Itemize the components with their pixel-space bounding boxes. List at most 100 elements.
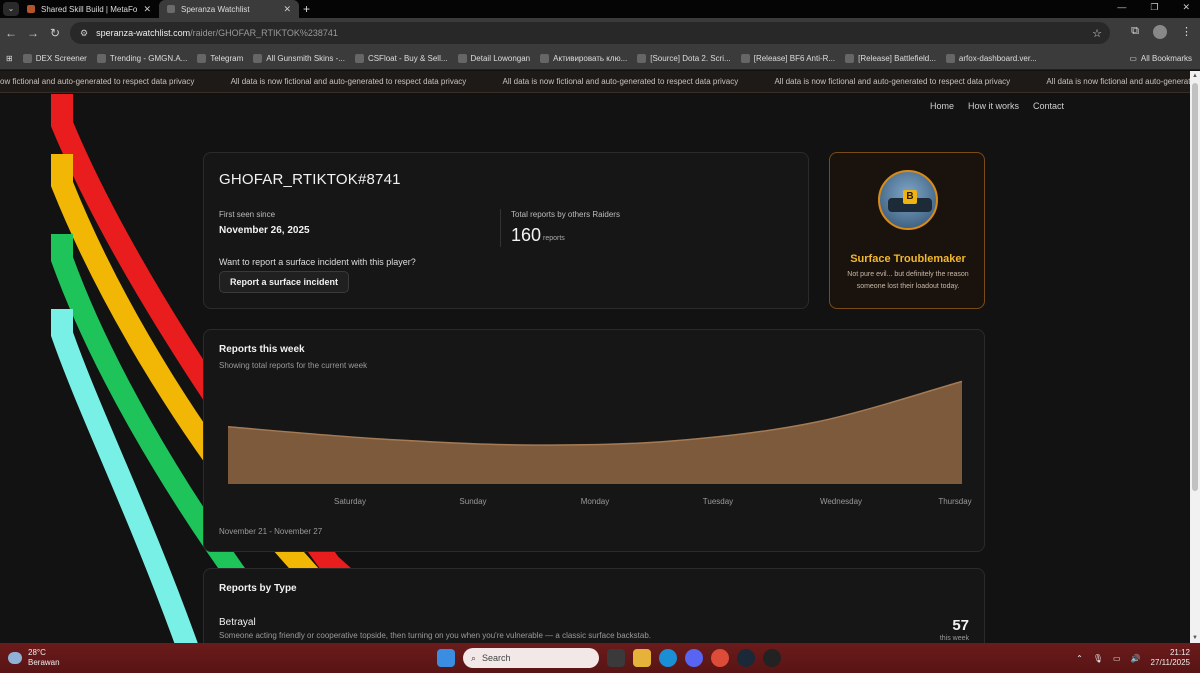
chart-area: [228, 381, 962, 484]
x-tick-label: Sunday: [459, 497, 486, 506]
windows-taskbar: 28°C Berawan ⌕ Search ⌃ 🎙 ▭ 🔊 21:12 27/1…: [0, 643, 1200, 673]
bookmark-item[interactable]: [Release] BF6 Anti-R...: [740, 54, 835, 63]
close-window-icon[interactable]: ✕: [1182, 2, 1190, 13]
bookmark-label: arfox-dashboard.ver...: [958, 54, 1037, 63]
taskbar-search[interactable]: ⌕ Search: [463, 648, 599, 668]
scroll-up-icon[interactable]: ▲: [1192, 73, 1198, 79]
window-controls: — ❐ ✕: [1117, 2, 1190, 13]
file-explorer-icon[interactable]: [633, 649, 651, 667]
forward-icon[interactable]: →: [22, 26, 44, 40]
bookmark-item[interactable]: Активировать клю...: [540, 54, 627, 63]
bookmark-label: [Release] Battlefield...: [858, 54, 936, 63]
weekly-date-range: November 21 - November 27: [219, 527, 323, 536]
page-scrollbar[interactable]: ▲ ▼: [1190, 71, 1200, 643]
tab-strip: ⌄ Shared Skill Build | MetaForge ✕ Spera…: [0, 0, 1200, 18]
privacy-banner: ow fictional and auto-generated to respe…: [0, 71, 1190, 93]
report-incident-button[interactable]: Report a surface incident: [219, 271, 350, 293]
clock[interactable]: 21:12 27/11/2025: [1151, 648, 1190, 668]
bookmark-label: Активировать клю...: [553, 54, 628, 63]
speranza-favicon-icon: [167, 5, 175, 13]
volume-icon[interactable]: 🔊: [1131, 654, 1141, 663]
site-info-icon[interactable]: ⚙: [80, 28, 88, 39]
first-seen-value: November 26, 2025: [219, 225, 310, 236]
reports-by-type-card: Reports by Type Betrayal Someone acting …: [203, 568, 985, 643]
x-tick-label: Thursday: [938, 497, 971, 506]
badge-avatar: B: [878, 170, 938, 230]
scrollbar-thumb[interactable]: [1192, 83, 1198, 491]
new-tab-icon[interactable]: +: [303, 2, 310, 16]
chrome-icon[interactable]: [711, 649, 729, 667]
badge-description: Not pure evil... but definitely the reas…: [847, 271, 969, 290]
bookmark-item[interactable]: All Gunsmith Skins -...: [253, 54, 345, 63]
banner-text: All data is now fictional and auto-gener…: [1046, 77, 1190, 86]
restore-icon[interactable]: ❐: [1150, 2, 1158, 13]
bookmark-star-icon[interactable]: ☆: [1092, 27, 1102, 40]
close-tab-icon[interactable]: ✕: [283, 4, 291, 15]
tab-speranza[interactable]: Speranza Watchlist ✕: [159, 0, 299, 18]
site-nav: Home How it works Contact: [930, 101, 1064, 111]
all-bookmarks-button[interactable]: ▭ All Bookmarks: [1129, 54, 1192, 63]
total-reports-label: Total reports by others Raiders: [511, 210, 620, 219]
task-view-icon[interactable]: [607, 649, 625, 667]
bookmark-favicon-icon: [540, 54, 550, 63]
nav-how-it-works[interactable]: How it works: [968, 101, 1019, 111]
clock-time: 21:12: [1169, 648, 1190, 657]
scroll-down-icon[interactable]: ▼: [1192, 635, 1198, 641]
weekly-title: Reports this week: [219, 344, 305, 355]
total-reports-value: 160: [511, 225, 542, 245]
url-path: /raider/GHOFAR_RTIKTOK%238741: [190, 28, 338, 38]
tab-metaforge[interactable]: Shared Skill Build | MetaForge ✕: [19, 0, 159, 18]
network-icon[interactable]: ▭: [1113, 654, 1121, 663]
search-icon: ⌕: [471, 652, 477, 663]
bookmark-item[interactable]: CSFloat - Buy & Sell...: [354, 54, 448, 63]
types-title: Reports by Type: [219, 583, 297, 594]
bookmark-label: [Source] Dota 2. Scri...: [650, 54, 731, 63]
bookmark-favicon-icon: [253, 54, 263, 63]
system-tray: ⌃ 🎙 ▭ 🔊 21:12 27/11/2025: [1076, 648, 1190, 668]
x-tick-label: Monday: [581, 497, 609, 506]
toolbar-actions: ⧉ ⋮: [1131, 25, 1192, 39]
bookmark-item[interactable]: [Source] Dota 2. Scri...: [637, 54, 731, 63]
app-icon[interactable]: [763, 649, 781, 667]
start-icon[interactable]: [437, 649, 455, 667]
bookmark-item[interactable]: Trending - GMGN.A...: [96, 54, 188, 63]
type-name: Betrayal: [219, 617, 256, 628]
minimize-icon[interactable]: —: [1117, 2, 1126, 13]
steam-icon[interactable]: [737, 649, 755, 667]
microphone-icon[interactable]: 🎙: [1093, 654, 1103, 663]
tab-title: Speranza Watchlist: [181, 4, 250, 14]
extensions-icon[interactable]: ⧉: [1131, 25, 1139, 39]
bookmark-label: Telegram: [210, 54, 244, 63]
profile-avatar[interactable]: [1153, 25, 1167, 39]
tab-search-button[interactable]: ⌄: [3, 2, 19, 16]
banner-text: ow fictional and auto-generated to respe…: [0, 77, 195, 86]
tray-chevron-icon[interactable]: ⌃: [1076, 654, 1083, 663]
close-tab-icon[interactable]: ✕: [143, 4, 151, 15]
bookmark-item[interactable]: DEX Screener: [22, 54, 87, 63]
bookmark-label: All Gunsmith Skins -...: [266, 54, 345, 63]
bookmark-item[interactable]: arfox-dashboard.ver...: [945, 54, 1037, 63]
badge-title: Surface Troublemaker: [850, 253, 966, 265]
bookmark-item[interactable]: Telegram: [197, 54, 243, 63]
bookmark-item[interactable]: [Release] Battlefield...: [845, 54, 936, 63]
player-name: GHOFAR_RTIKTOK#8741: [219, 171, 401, 188]
bookmark-item[interactable]: Detail Lowongan: [457, 54, 530, 63]
nav-home[interactable]: Home: [930, 101, 954, 111]
banner-text: All data is now fictional and auto-gener…: [502, 77, 739, 86]
back-icon[interactable]: ←: [0, 26, 22, 40]
nav-contact[interactable]: Contact: [1033, 101, 1064, 111]
x-tick-label: Wednesday: [820, 497, 862, 506]
x-tick-label: Saturday: [334, 497, 366, 506]
weather-condition: Berawan: [28, 658, 60, 667]
menu-icon[interactable]: ⋮: [1181, 25, 1192, 39]
bookmark-favicon-icon: [96, 54, 106, 63]
address-bar[interactable]: ⚙ speranza-watchlist.com/raider/GHOFAR_R…: [70, 22, 1110, 44]
weather-widget[interactable]: 28°C Berawan: [8, 648, 60, 668]
reload-icon[interactable]: ↻: [44, 26, 66, 40]
bookmark-label: Trending - GMGN.A...: [109, 54, 188, 63]
discord-icon[interactable]: [685, 649, 703, 667]
bookmark-favicon-icon: [197, 54, 207, 63]
edge-icon[interactable]: [659, 649, 677, 667]
url-host: speranza-watchlist.com: [96, 28, 191, 38]
apps-icon[interactable]: ⊞: [6, 54, 13, 63]
